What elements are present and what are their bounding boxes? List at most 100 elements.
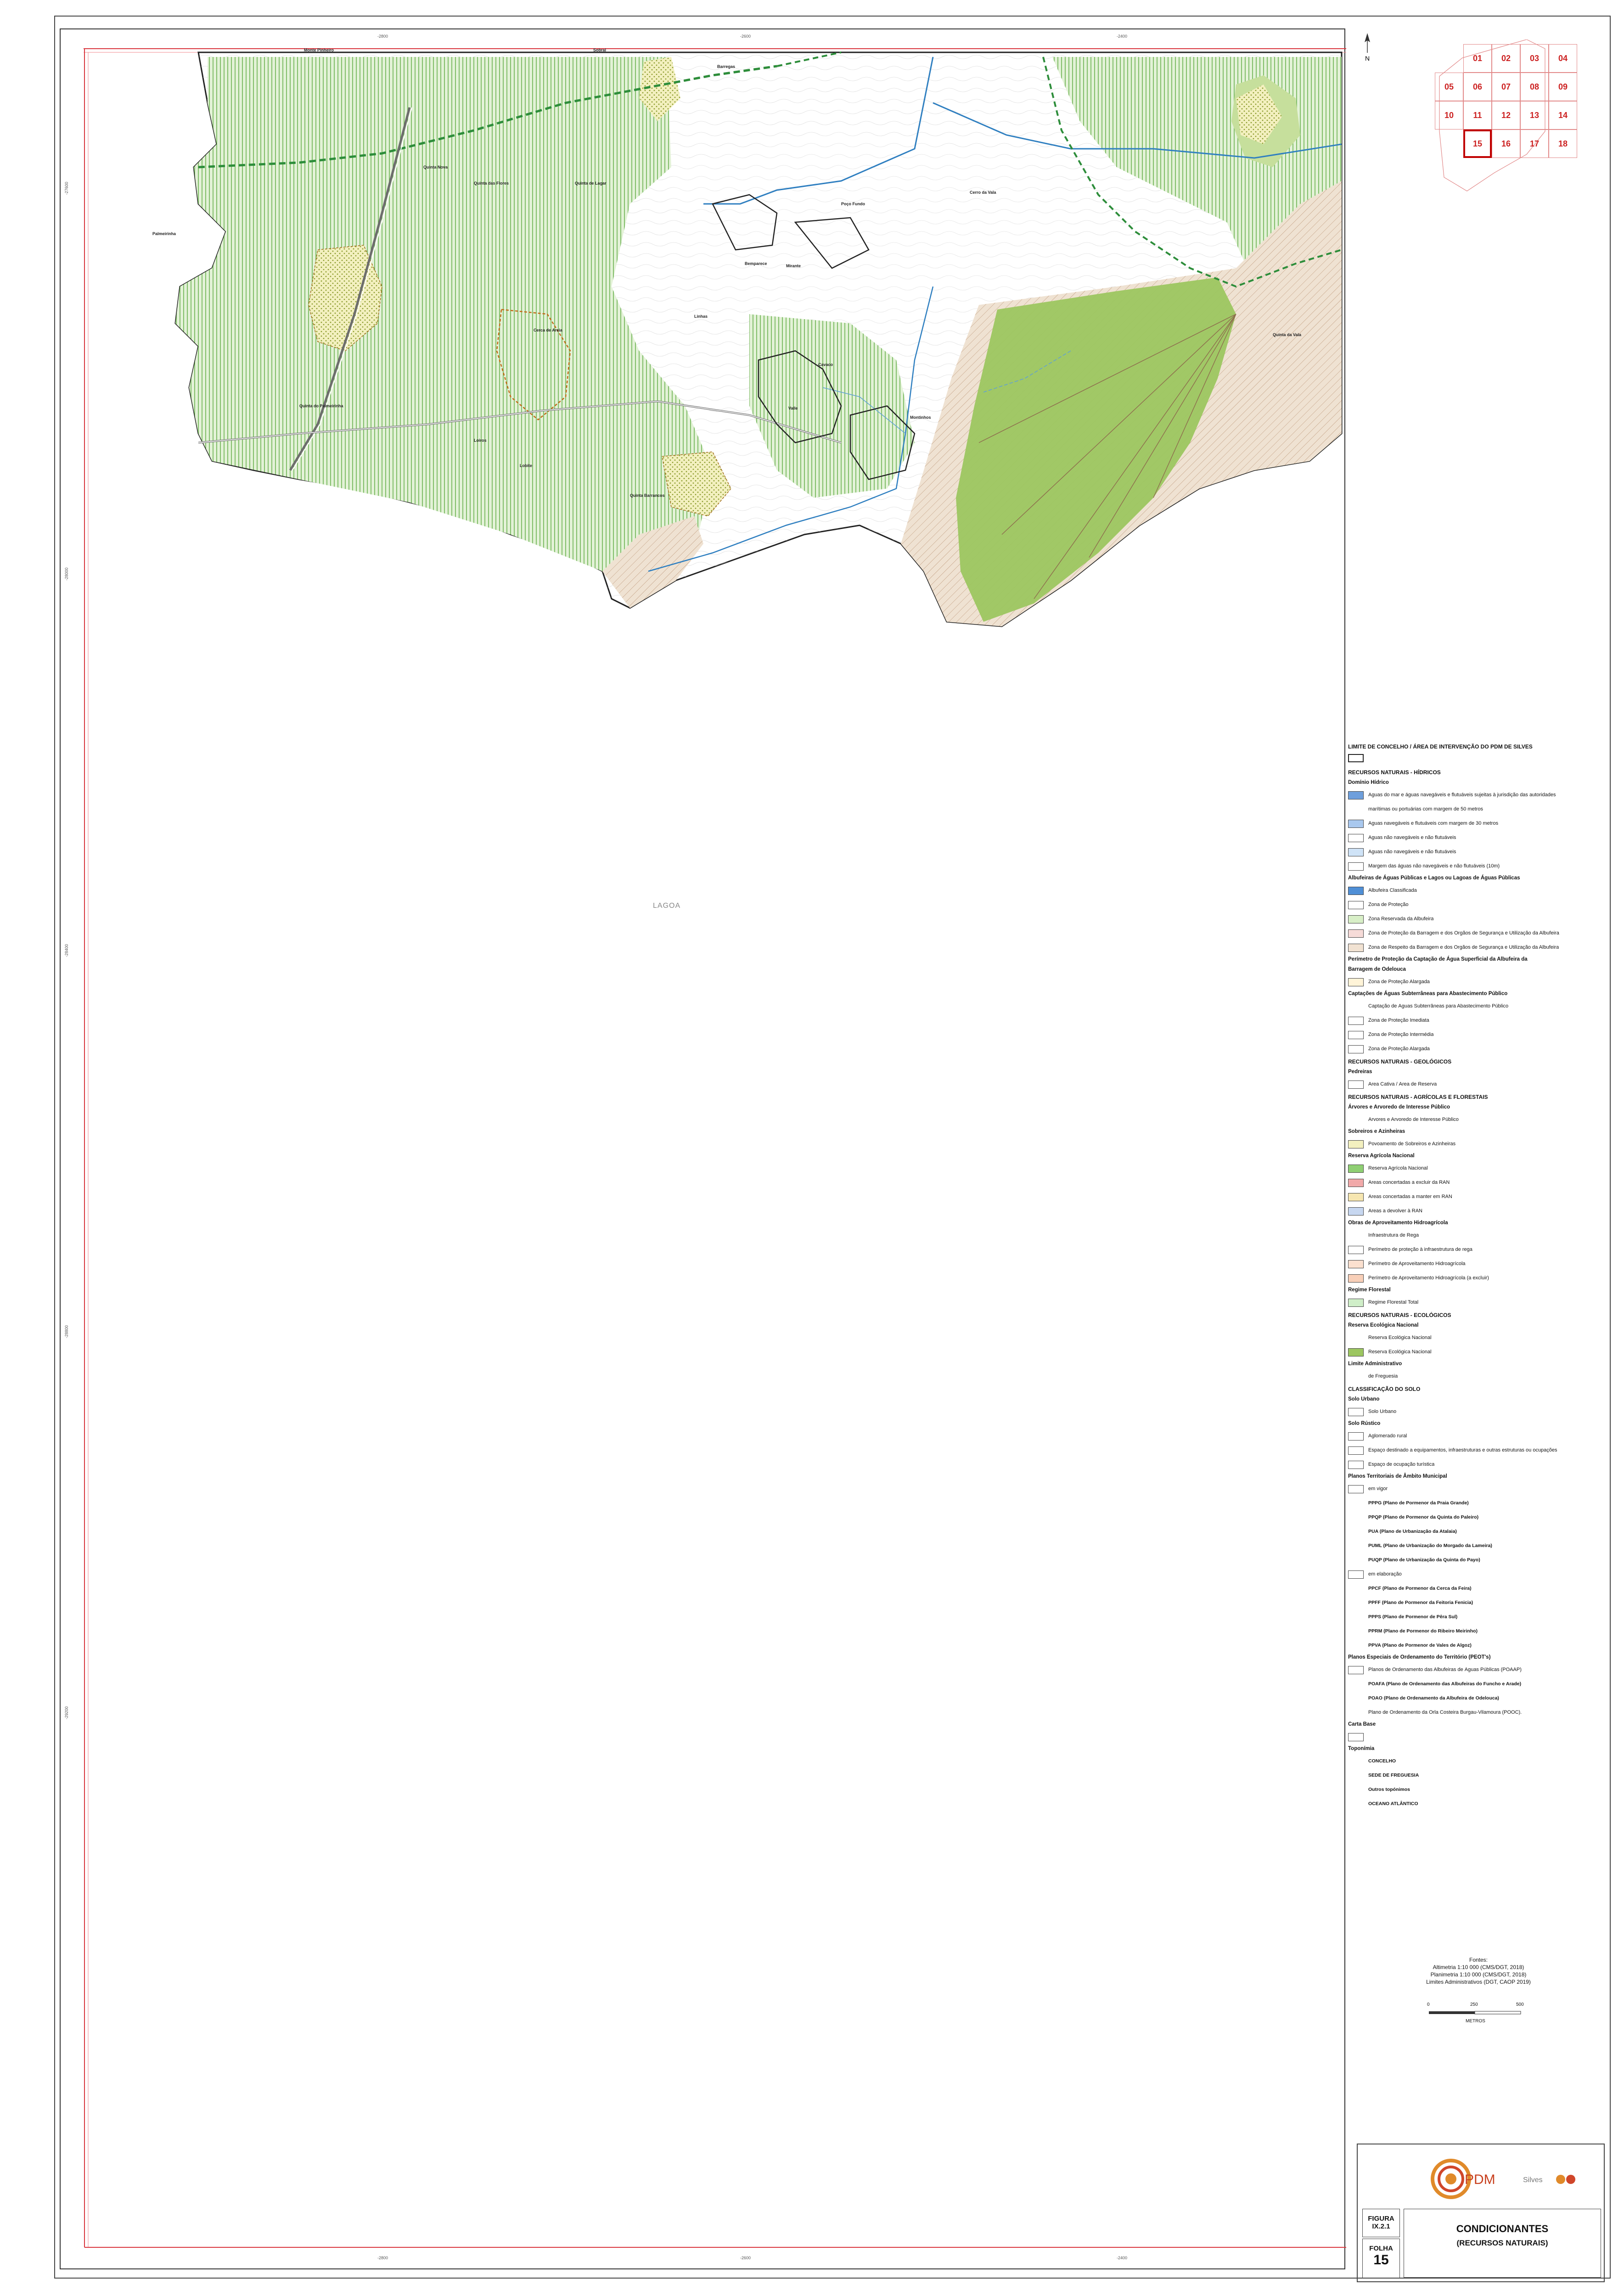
legend-item: Árvores e Arvoredo de Interesse Público [1348,1113,1605,1127]
legend-group-title: Regime Florestal [1348,1287,1391,1293]
legend-item: Plano de Ordenamento da Orla Costeira Bu… [1348,1705,1605,1720]
coord-side-1: -27600 [64,181,69,195]
index-cell-17: 17 [1520,129,1549,158]
legend-item: Albufeira Classificada [1348,884,1605,898]
map-canvas [84,48,1346,2248]
legend-item-label: Áreas a devolver à RAN [1368,1209,1422,1214]
legend-swatch [1348,1002,1364,1011]
sources: Fontes: Altimetria 1:10 000 (CMS/DGT, 20… [1396,1956,1561,1986]
legend-item: Captação de Águas Subterrâneas para Abas… [1348,999,1605,1013]
legend-item: Reserva Ecológica Nacional [1348,1331,1605,1345]
legend-swatch [1348,862,1364,871]
legend-swatch [1348,1232,1364,1240]
sources-line: Altimetria 1:10 000 (CMS/DGT, 2018) [1433,1964,1524,1970]
legend-swatch [1348,1080,1364,1089]
legend-item-label: Solo Urbano [1368,1409,1397,1414]
legend-swatch [1348,848,1364,856]
index-cell-12: 12 [1492,101,1520,129]
legend-section-title: CLASSIFICAÇÃO DO SOLO [1348,1386,1421,1392]
concelho-label: LAGOA [653,902,681,910]
scale-unit: METROS [1466,2019,1485,2024]
legend-item-label: Albufeira Classificada [1368,888,1417,893]
index-cell-16: 16 [1492,129,1520,158]
legend-item-label: Área Cativa / Área de Reserva [1368,1082,1437,1087]
legend-group-title: Reserva Ecológica Nacional [1348,1322,1419,1328]
folha-value: 15 [1373,2252,1389,2268]
legend-item-label: em elaboração [1368,1572,1402,1577]
index-cell-10: 10 [1435,101,1463,129]
title-line1: CONDICIONANTES [1456,2223,1549,2234]
legend-group-title: Planos Territoriais de Âmbito Municipal [1348,1474,1447,1480]
legend-item: Zona de Proteção Alargada [1348,975,1605,989]
index-cell-11: 11 [1463,101,1492,129]
index-cell-18: 18 [1549,129,1577,158]
legend-group-title: Pedreiras [1348,1069,1372,1075]
legend-item: Zona de Proteção Alargada [1348,1042,1605,1056]
legend-item-label: Espaço destinado a equipamentos, infraes… [1368,1448,1557,1453]
legend-item-label: Margem das águas não navegáveis e não fl… [1368,864,1500,869]
legend-item: Margem das águas não navegáveis e não fl… [1348,859,1605,873]
legend-item: Reserva Ecológica Nacional [1348,1345,1605,1359]
legend-subitem: PPCF (Plano de Pormenor da Cerca da Feir… [1368,1586,1472,1592]
index-cell-08: 08 [1520,73,1549,101]
pdm-logo: PDM [1431,2159,1495,2199]
legend-item-label: Águas do mar e águas navegáveis e flutuá… [1368,793,1556,798]
legend-swatch [1348,1045,1364,1053]
legend-limit-swatch [1348,754,1364,762]
legend-item-label: Planos de Ordenamento das Albufeiras de … [1368,1667,1522,1672]
legend-swatch [1348,1274,1364,1283]
toponym: Quinta de Lagar [575,181,607,186]
coord-top-3: -2400 [1117,34,1128,39]
legend-swatch [1348,886,1364,895]
coord-side-3: -28400 [64,944,69,957]
legend-subitem: POAFA (Plano de Ordenamento das Albufeir… [1368,1681,1522,1687]
toponym: Palmeirinha [152,231,176,236]
toponym: Loiros [474,438,487,443]
legend-item-label: Perímetro de proteção à infraestrutura d… [1368,1247,1472,1252]
legend-group-title: Planos Especiais de Ordenamento do Terri… [1348,1654,1491,1660]
legend-subitem: OCEANO ATLÂNTICO [1368,1801,1418,1807]
toponym: Quinta Nova [423,165,448,169]
legend-swatch [1348,978,1364,986]
legend-item-label: em vigor [1368,1486,1388,1491]
silves-logo: Silves [1523,2175,1575,2184]
coord-top-2: -2600 [740,34,751,39]
coord-side-5: -29200 [64,1706,69,1719]
legend-item-label: Zona de Proteção Alargada [1368,1047,1430,1052]
north-arrow-icon: N [1365,33,1370,62]
legend-swatch [1348,1207,1364,1216]
index-cell-02: 02 [1492,44,1520,73]
toponym: Cavaco [818,362,833,367]
map-frame[interactable]: -2800 -2600 -2400 -2800 -2600 -2400 -276… [60,28,1346,2269]
north-label: N [1365,55,1370,62]
index-cell-14: 14 [1549,101,1577,129]
legend-item-label: Perímetro de Aproveitamento Hidroagrícol… [1368,1276,1489,1281]
legend-item: Zona de Proteção [1348,898,1605,912]
toponym: Poço Fundo [841,202,865,206]
legend-item: Zona Reservada da Albufeira [1348,912,1605,926]
index-cell-05: 05 [1435,73,1463,101]
legend-item: Áreas concertadas a excluir da RAN [1348,1176,1605,1190]
legend-item: Área Cativa / Área de Reserva [1348,1077,1605,1092]
index-cell-09: 09 [1549,73,1577,101]
legend-item: Áreas concertadas a manter em RAN [1348,1190,1605,1204]
folha-box: FOLHA 15 [1362,2239,1400,2279]
toponym: Sobral [593,48,607,52]
legend-subitem: SEDE DE FREGUESIA [1368,1773,1419,1778]
legend-item: Perímetro de Aproveitamento Hidroagrícol… [1348,1257,1605,1271]
legend-item-label: Plano de Ordenamento da Orla Costeira Bu… [1368,1710,1522,1715]
legend-swatch [1348,1348,1364,1356]
legend-swatch [1348,1407,1364,1416]
coord-side-2: -28000 [64,567,69,580]
sources-line: Limites Administrativos (DGT, CAOP 2019) [1426,1979,1531,1985]
legend-item: Planos de Ordenamento das Albufeiras de … [1348,1663,1605,1677]
figure-value: IX.2.1 [1372,2223,1390,2230]
index-cell-01: 01 [1463,44,1492,73]
legend-item-label: Zona de Proteção Alargada [1368,979,1430,985]
coord-top-1: -2800 [377,34,388,39]
legend-item-label: Árvores e Arvoredo de Interesse Público [1368,1117,1459,1122]
legend-swatch [1348,929,1364,938]
legend-swatch [1348,1030,1364,1039]
toponym: Linhas [694,314,708,319]
coord-bottom-3: -2400 [1117,2256,1128,2260]
